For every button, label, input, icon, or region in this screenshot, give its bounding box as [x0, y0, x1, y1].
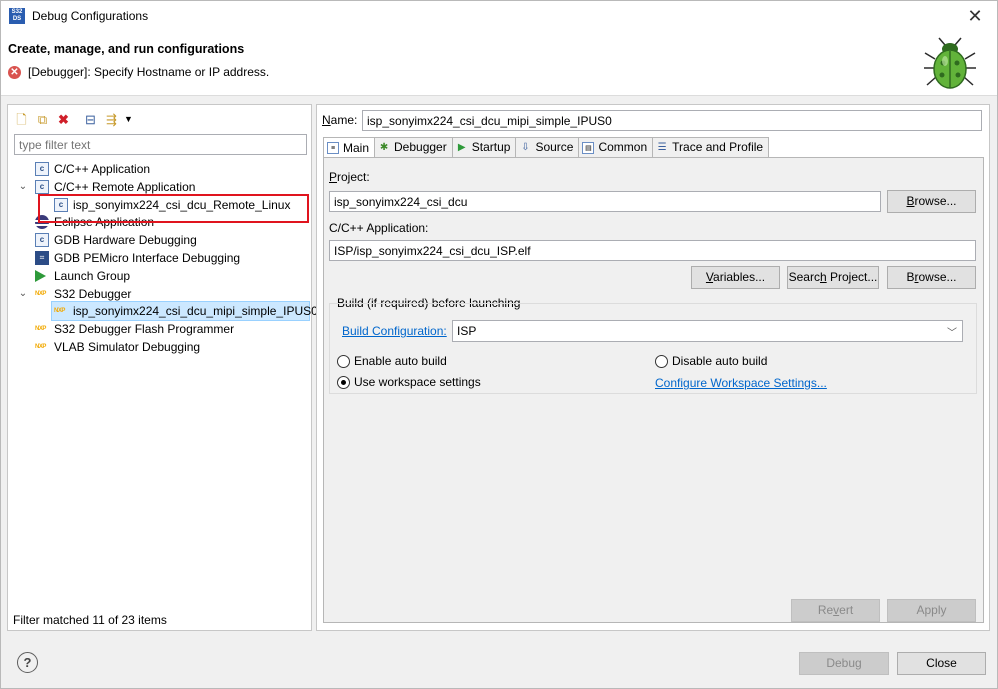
s32ds-app-icon: S32 DS: [9, 8, 25, 24]
common-tab-icon: ▤: [582, 141, 595, 154]
collapse-all-icon[interactable]: ⊟: [82, 111, 99, 128]
nxp-icon: NXP: [54, 308, 65, 314]
new-configuration-icon[interactable]: 🗋: [13, 111, 30, 128]
c-app-icon: c: [35, 233, 49, 247]
use-workspace-settings-label: Use workspace settings: [354, 375, 481, 389]
startup-tab-icon: ▶: [457, 141, 466, 153]
filter-status: Filter matched 11 of 23 items: [13, 613, 167, 627]
chevron-down-icon: ﹀: [947, 328, 957, 339]
nxp-icon: NXP: [35, 326, 46, 332]
main-tab-content: Project: Browse... C/C++ Application: Va…: [323, 157, 984, 623]
radio-circle-selected: [337, 375, 350, 389]
tab-startup[interactable]: ▶ Startup: [451, 137, 517, 157]
close-button[interactable]: Close: [897, 652, 986, 675]
tree-item-label: S32 Debugger: [54, 287, 132, 301]
error-message: [Debugger]: Specify Hostname or IP addre…: [28, 65, 270, 79]
build-configuration-select[interactable]: ISP ﹀: [452, 320, 963, 342]
tab-main-label: Main: [343, 140, 370, 155]
tree-item[interactable]: ⌄ NXP S32 Debugger: [8, 285, 308, 303]
tab-trace-label: Trace and Profile: [672, 140, 764, 154]
project-label: Project:: [329, 170, 370, 184]
tab-startup-label: Startup: [471, 140, 511, 154]
filter-input[interactable]: [14, 134, 307, 155]
c-app-icon: c: [35, 180, 49, 194]
disable-auto-build-radio[interactable]: Disable auto build: [655, 354, 767, 368]
debug-button[interactable]: Debug: [799, 652, 889, 675]
tree-item-label: S32 Debugger Flash Programmer: [54, 322, 235, 336]
tree-item-label: isp_sonyimx224_csi_dcu_mipi_simple_IPUS0: [73, 304, 318, 318]
tab-source[interactable]: ⇩ Source: [515, 137, 580, 157]
radio-circle: [337, 354, 350, 368]
tab-bar: ≡ Main ✱ Debugger ▶ Startup ⇩ Source ▤ C…: [323, 137, 770, 158]
project-browse-button[interactable]: Browse...: [887, 190, 976, 213]
source-tab-icon: ⇩: [521, 141, 530, 153]
name-field[interactable]: [362, 110, 982, 131]
tree-item[interactable]: c GDB Hardware Debugging: [8, 231, 308, 249]
tree-item-label: GDB Hardware Debugging: [54, 233, 197, 247]
window-title: Debug Configurations: [32, 9, 149, 23]
tree-toolbar: 🗋 ⧉ ✖ ⊟ ⇶ ▼: [13, 109, 133, 129]
tab-main[interactable]: ≡ Main: [323, 137, 376, 158]
tree-item-label: C/C++ Application: [54, 162, 151, 176]
launch-icon: [35, 270, 46, 282]
pemicro-icon: ⌗: [35, 251, 49, 265]
tab-common-label: Common: [598, 140, 648, 154]
revert-button[interactable]: Revert: [791, 599, 880, 622]
error-icon: ✕: [8, 66, 21, 79]
enable-auto-build-radio[interactable]: Enable auto build: [337, 354, 447, 368]
use-workspace-settings-radio[interactable]: Use workspace settings: [337, 375, 481, 389]
disable-auto-build-label: Disable auto build: [672, 354, 768, 368]
window-close-button[interactable]: ✕: [963, 4, 987, 28]
dropdown-arrow-icon[interactable]: ▼: [124, 111, 133, 128]
tab-trace-profile[interactable]: ☰ Trace and Profile: [652, 137, 770, 157]
tree-item-label: VLAB Simulator Debugging: [54, 340, 201, 354]
tree-item[interactable]: NXP isp_sonyimx224_csi_dcu_mipi_simple_IP…: [8, 302, 318, 320]
build-configuration-value: ISP: [457, 324, 477, 338]
project-field[interactable]: [329, 191, 881, 212]
tree-item-label: GDB PEMicro Interface Debugging: [54, 251, 241, 265]
nxp-icon: NXP: [35, 291, 46, 297]
tab-debugger-label: Debugger: [394, 140, 447, 154]
name-label: Name:: [322, 113, 358, 127]
selection-highlight-red-box: [38, 194, 309, 223]
configuration-tree-panel: 🗋 ⧉ ✖ ⊟ ⇶ ▼ cC/C++ Application⌄cC/C++ Re…: [7, 104, 318, 631]
enable-auto-build-label: Enable auto build: [354, 354, 447, 368]
debug-configurations-window: S32 DS Debug Configurations ✕ Create, man…: [0, 0, 998, 689]
tree-item[interactable]: NXP VLAB Simulator Debugging: [8, 338, 308, 356]
help-icon[interactable]: ?: [17, 652, 38, 673]
tree-item[interactable]: NXP S32 Debugger Flash Programmer: [8, 320, 308, 338]
expand-chevron-icon[interactable]: ⌄: [18, 285, 28, 303]
delete-icon[interactable]: ✖: [55, 111, 72, 128]
build-configuration-link[interactable]: Build Configuration:: [342, 324, 447, 338]
dialog-header: Create, manage, and run configurations ✕…: [1, 32, 997, 96]
application-label: C/C++ Application:: [329, 221, 429, 235]
filter-icon[interactable]: ⇶: [103, 111, 120, 128]
tree-item-label: Launch Group: [54, 269, 131, 283]
search-project-button[interactable]: Search Project...: [787, 266, 879, 289]
tab-source-label: Source: [535, 140, 574, 154]
debugger-tab-icon: ✱: [379, 141, 389, 153]
debug-bug-icon: [924, 37, 976, 89]
main-tab-icon: ≡: [327, 142, 339, 154]
duplicate-icon[interactable]: ⧉: [34, 111, 51, 128]
tab-common[interactable]: ▤ Common: [578, 137, 654, 157]
title-bar: S32 DS Debug Configurations ✕: [1, 1, 997, 32]
apply-button[interactable]: Apply: [887, 599, 976, 622]
header-title: Create, manage, and run configurations: [8, 42, 245, 56]
configure-workspace-settings-link[interactable]: Configure Workspace Settings...: [655, 376, 827, 390]
tree-item[interactable]: ⌗ GDB PEMicro Interface Debugging: [8, 249, 308, 267]
expand-chevron-icon[interactable]: ⌄: [18, 178, 28, 196]
application-browse-button[interactable]: Browse...: [887, 266, 976, 289]
variables-button[interactable]: Variables...: [691, 266, 780, 289]
configuration-editor-panel: Name: ≡ Main ✱ Debugger ▶ Startup ⇩ Sour…: [316, 104, 990, 631]
nxp-icon: NXP: [35, 344, 46, 350]
radio-circle: [655, 354, 668, 368]
tree-item[interactable]: c C/C++ Application: [8, 160, 308, 178]
application-field[interactable]: [329, 240, 976, 261]
tree-item[interactable]: Launch Group: [8, 267, 308, 285]
trace-tab-icon: ☰: [657, 141, 667, 153]
tab-debugger[interactable]: ✱ Debugger: [374, 137, 453, 157]
c-app-icon: c: [35, 162, 49, 176]
